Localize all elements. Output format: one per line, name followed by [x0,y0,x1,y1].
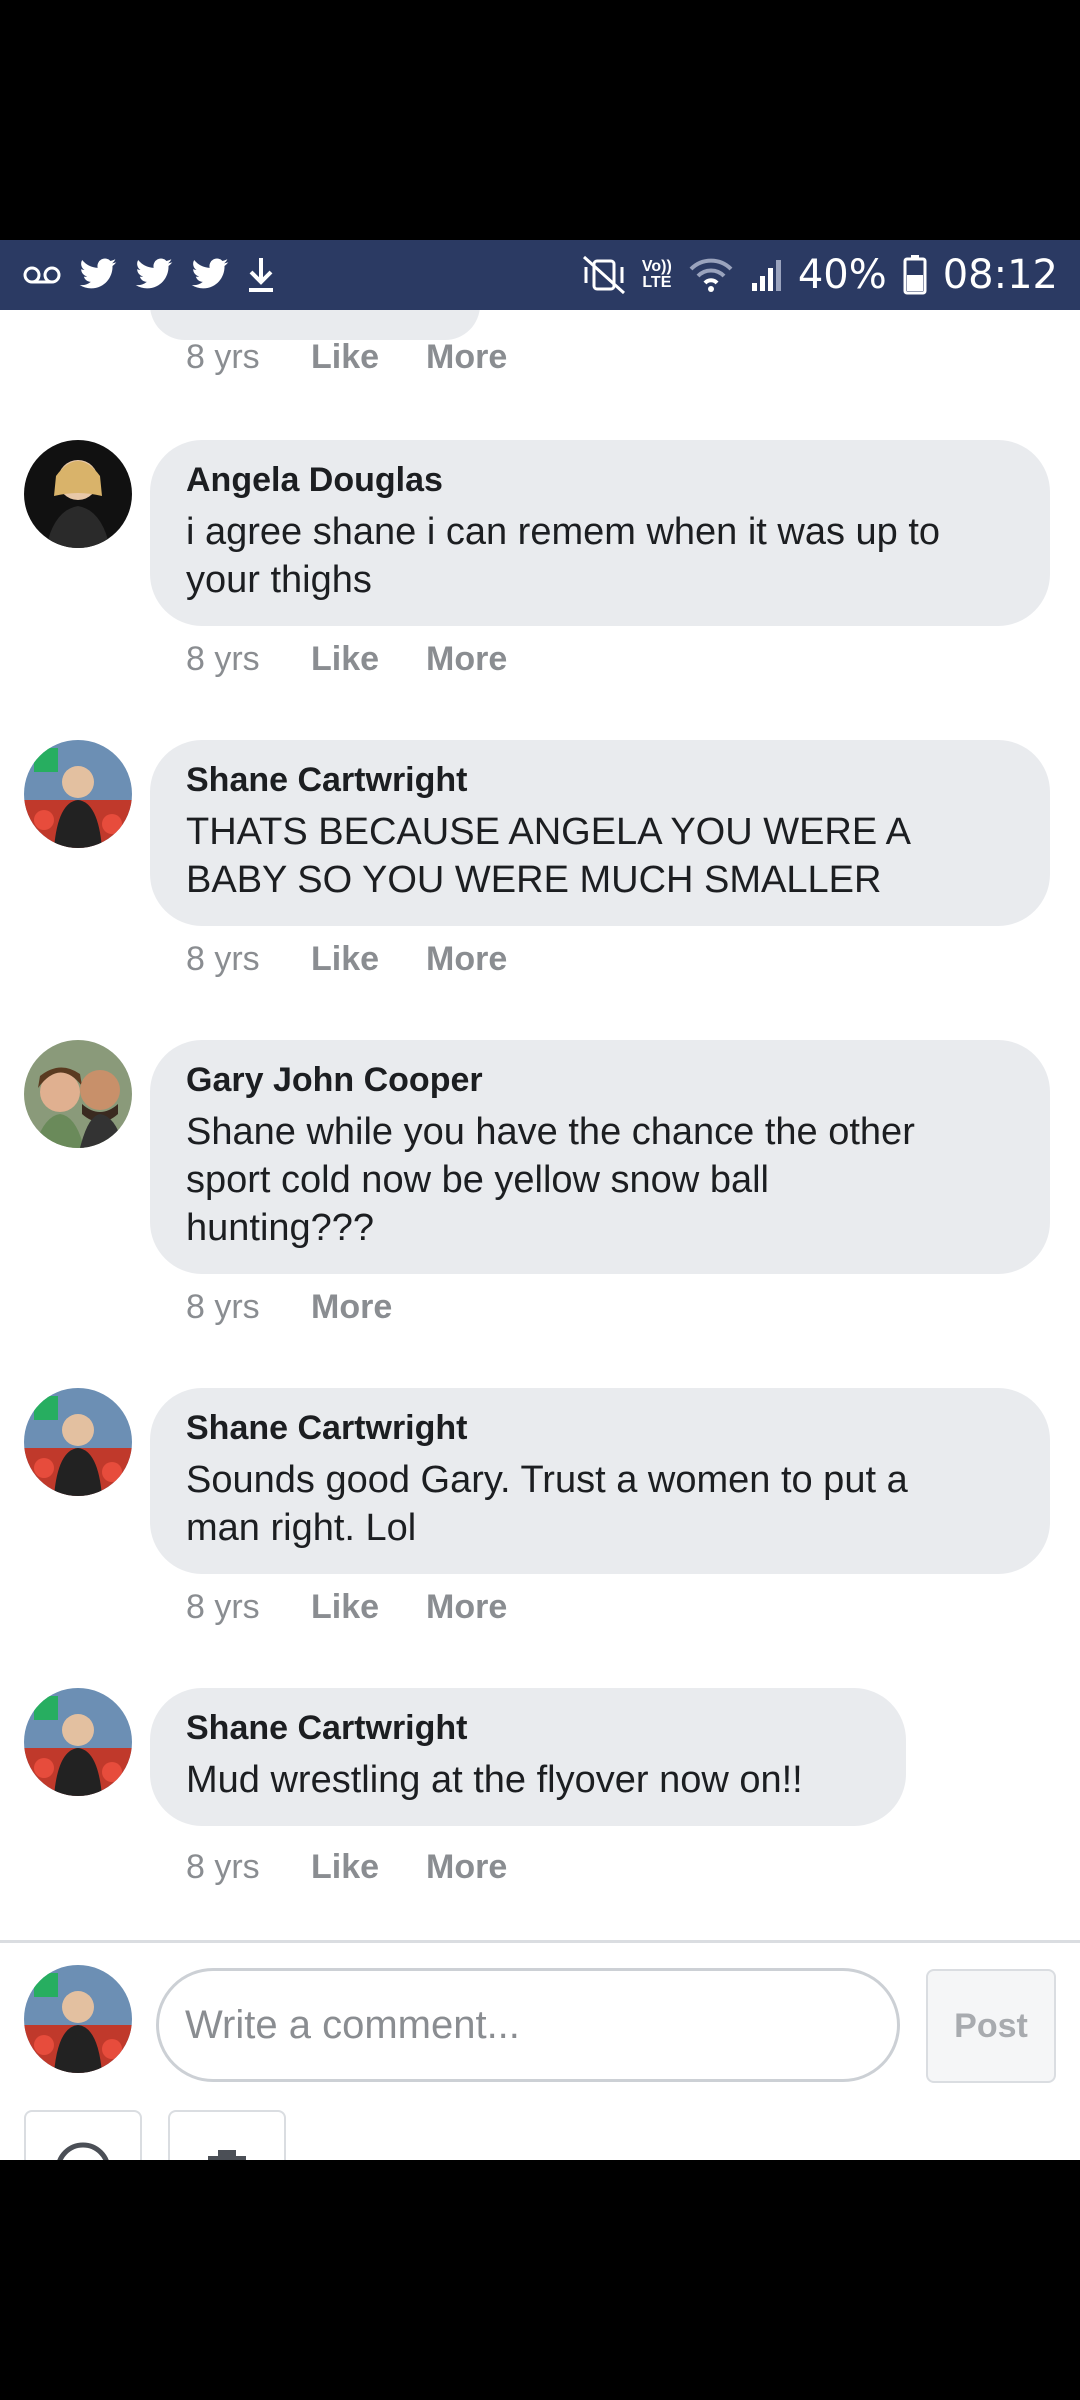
comment-author[interactable]: Shane Cartwright [186,758,1014,802]
comment-text: Shane while you have the chance the othe… [186,1108,1014,1252]
avatar[interactable] [24,440,132,548]
comment-time: 8 yrs [186,1848,260,1886]
camera-icon [208,2150,246,2160]
more-link[interactable]: More [426,1848,507,1887]
comment-text-line: Sounds good Gary. Trust a women to put a [186,1459,908,1501]
sticker-icon [57,2142,109,2160]
twitter-icon [190,258,230,292]
comment-text-line: i agree shane i can remem when it was up… [186,511,941,553]
avatar[interactable] [24,1040,132,1148]
comment-bubble: Gary John Cooper Shane while you have th… [150,1040,1050,1274]
more-link[interactable]: More [426,940,507,979]
comment-text: Sounds good Gary. Trust a women to put a… [186,1456,1014,1552]
composer-avatar [24,1965,132,2073]
comment-text-line: BABY SO YOU WERE MUCH SMALLER [186,859,882,901]
comment-meta: 8 yrs More [186,1288,392,1327]
more-link[interactable]: More [426,640,507,679]
comment-text-line: man right. Lol [186,1507,417,1549]
volte-label: Vo)) [641,258,672,275]
comment-input-placeholder: Write a comment... [185,2002,520,2047]
mute-vibrate-icon [582,255,626,295]
like-link[interactable]: Like [311,1588,426,1627]
comment-input[interactable]: Write a comment... [156,1968,900,2082]
comment-author[interactable]: Shane Cartwright [186,1706,870,1750]
comments-panel[interactable]: 8 yrs Like More Angela Douglas i agree s… [0,310,1080,2160]
avatar[interactable] [24,1388,132,1496]
camera-button[interactable] [168,2110,286,2160]
more-link[interactable]: More [426,1588,507,1627]
comment-author[interactable]: Gary John Cooper [186,1058,1014,1102]
network-type-label: LTE [642,274,672,291]
comment-bubble: Shane Cartwright Sounds good Gary. Trust… [150,1388,1050,1574]
clock: 08:12 [942,252,1058,298]
twitter-icon [134,258,174,292]
comment-meta: 8 yrs Like More [186,1588,507,1627]
sticker-button[interactable] [24,2110,142,2160]
status-bar: Vo)) LTE 40% 08:12 [0,240,1080,310]
comment-time: 8 yrs [186,338,260,376]
status-bar-left [22,256,276,294]
comment-bubble: Shane Cartwright THATS BECAUSE ANGELA YO… [150,740,1050,926]
comment-bubble: Shane Cartwright Mud wrestling at the fl… [150,1688,906,1826]
twitter-icon [78,258,118,292]
comment-time: 8 yrs [186,640,260,678]
wifi-icon [688,257,734,293]
battery-percent: 40% [797,252,887,298]
comment-bubble: Angela Douglas i agree shane i can remem… [150,440,1050,626]
comment-text-line: sport cold now be yellow snow ball [186,1159,769,1201]
comment-text-line: Mud wrestling at the flyover now on!! [186,1759,803,1801]
comment-text: Mud wrestling at the flyover now on!! [186,1756,870,1804]
comment-text-line: Shane while you have the chance the othe… [186,1111,915,1153]
comment-time: 8 yrs [186,1588,260,1626]
download-icon [246,256,276,294]
comment-time: 8 yrs [186,940,260,978]
comment-text-line: your thighs [186,559,372,601]
avatar[interactable] [24,1688,132,1796]
like-link[interactable]: Like [311,1848,426,1887]
more-link[interactable]: More [311,1288,392,1327]
like-link[interactable]: Like [311,940,426,979]
composer-divider [0,1940,1080,1943]
comment-text: THATS BECAUSE ANGELA YOU WERE A BABY SO … [186,808,1014,904]
signal-icon [750,257,782,293]
like-link[interactable]: Like [311,338,426,377]
comment-author[interactable]: Angela Douglas [186,458,1014,502]
comment-meta: 8 yrs Like More [186,1848,507,1887]
previous-comment-meta: 8 yrs Like More [186,338,507,377]
comment-text: i agree shane i can remem when it was up… [186,508,1014,604]
status-bar-right: Vo)) LTE 40% 08:12 [582,252,1058,298]
avatar[interactable] [24,740,132,848]
comment-meta: 8 yrs Like More [186,640,507,679]
volte-icon: Vo)) LTE [642,259,672,291]
post-button[interactable]: Post [926,1969,1056,2083]
comment-text-line: THATS BECAUSE ANGELA YOU WERE A [186,811,912,853]
voicemail-icon [22,263,62,287]
comment-time: 8 yrs [186,1288,260,1326]
comment-meta: 8 yrs Like More [186,940,507,979]
more-link[interactable]: More [426,338,507,377]
previous-comment-bubble [150,310,480,340]
battery-icon [903,255,927,295]
like-link[interactable]: Like [311,640,426,679]
comment-author[interactable]: Shane Cartwright [186,1406,1014,1450]
comment-text-line: hunting??? [186,1207,375,1249]
